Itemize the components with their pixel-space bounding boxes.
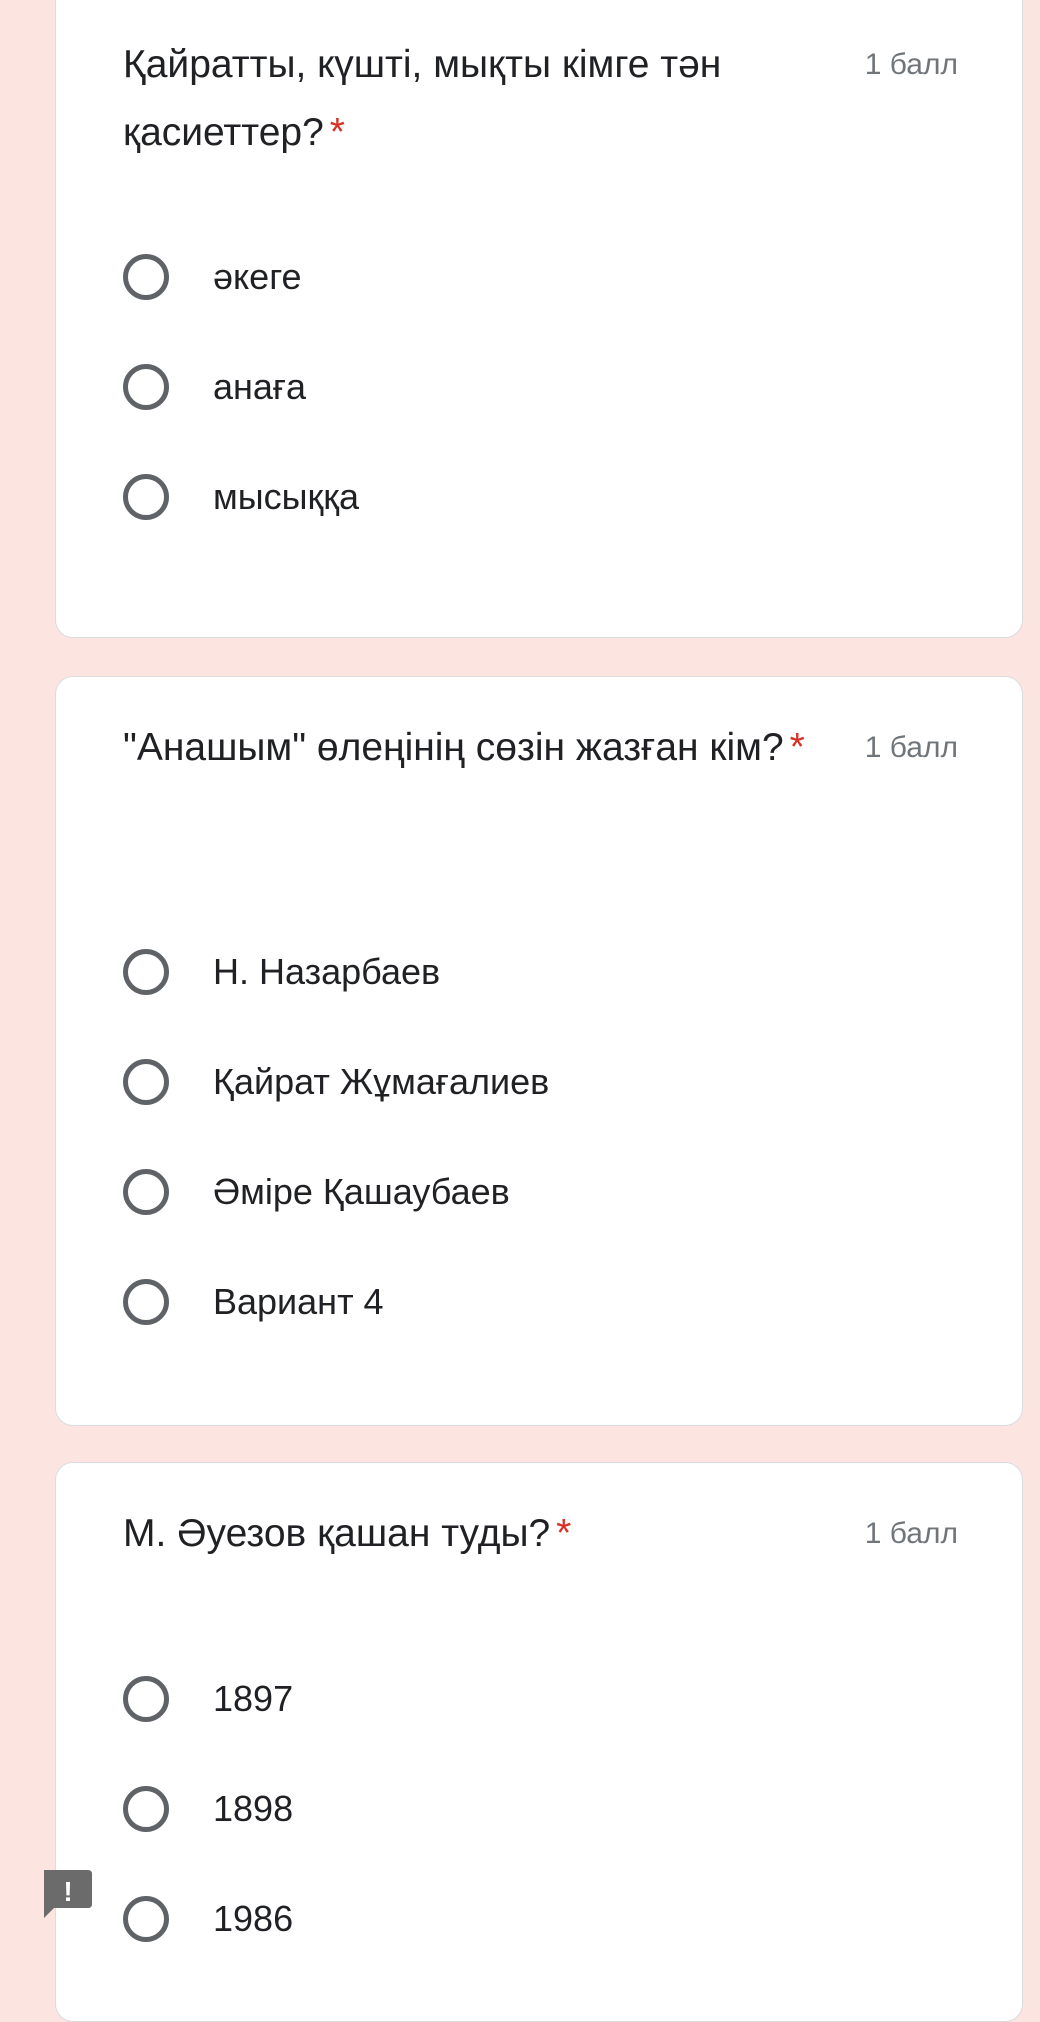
report-feedback-button[interactable]: ! [38,1866,94,1922]
question-header: Қайратты, күшті, мықты кімге тән қасиетт… [123,31,958,167]
radio-button[interactable] [123,1676,169,1722]
option-label: Қайрат Жұмағалиев [213,1061,550,1102]
option-label: анаға [213,366,307,407]
radio-option[interactable]: 1897 [123,1644,982,1754]
radio-option[interactable]: Н. Назарбаев [123,917,982,1027]
points-label: 1 балл [864,1517,958,1550]
radio-button[interactable] [123,1059,169,1105]
options-group: 1897 1898 1986 [123,1644,982,1974]
radio-button[interactable] [123,1786,169,1832]
radio-option[interactable]: мысыққа [123,442,982,552]
radio-button[interactable] [123,474,169,520]
required-asterisk: * [556,1512,572,1555]
radio-option[interactable]: Вариант 4 [123,1247,982,1357]
radio-button[interactable] [123,364,169,410]
option-label: 1986 [213,1898,294,1939]
radio-button[interactable] [123,1169,169,1215]
radio-option[interactable]: 1986 [123,1864,982,1974]
question-card: "Анашым" өлеңінің сөзін жазған кім? * 1 б… [55,676,1023,1426]
option-label: әкеге [213,256,302,297]
radio-option[interactable]: 1898 [123,1754,982,1864]
question-title: М. Әуезов қашан туды? * [123,1512,572,1555]
required-asterisk: * [789,726,805,769]
report-feedback-icon: ! [44,1870,92,1918]
option-label: 1898 [213,1788,294,1829]
option-label: мысыққа [213,476,360,517]
points-label: 1 балл [864,48,958,81]
option-label: Вариант 4 [213,1281,384,1322]
feedback-glyph: ! [63,1876,72,1907]
question-title: Қайратты, күшті, мықты кімге тән қасиетт… [123,43,722,154]
question-card: Қайратты, күшті, мықты кімге тән қасиетт… [55,0,1023,638]
radio-option[interactable]: Қайрат Жұмағалиев [123,1027,982,1137]
required-asterisk: * [329,111,345,154]
points-label: 1 балл [864,731,958,764]
question-card: М. Әуезов қашан туды? * 1 балл 1897 1898 … [55,1462,1023,2022]
option-label: 1897 [213,1678,294,1719]
radio-button[interactable] [123,254,169,300]
radio-button[interactable] [123,1896,169,1942]
question-header: "Анашым" өлеңінің сөзін жазған кім? * 1 б… [123,714,958,782]
options-group: Н. Назарбаев Қайрат Жұмағалиев Әміре Қаш… [123,917,982,1357]
option-label: Н. Назарбаев [213,951,441,992]
option-label: Әміре Қашаубаев [213,1171,510,1212]
question-header: М. Әуезов қашан туды? * 1 балл [123,1500,958,1568]
radio-option[interactable]: Әміре Қашаубаев [123,1137,982,1247]
radio-button[interactable] [123,949,169,995]
radio-option[interactable]: анаға [123,332,982,442]
question-title: "Анашым" өлеңінің сөзін жазған кім? * [123,726,805,769]
radio-option[interactable]: әкеге [123,222,982,332]
radio-button[interactable] [123,1279,169,1325]
options-group: әкеге анаға мысыққа [123,222,982,552]
